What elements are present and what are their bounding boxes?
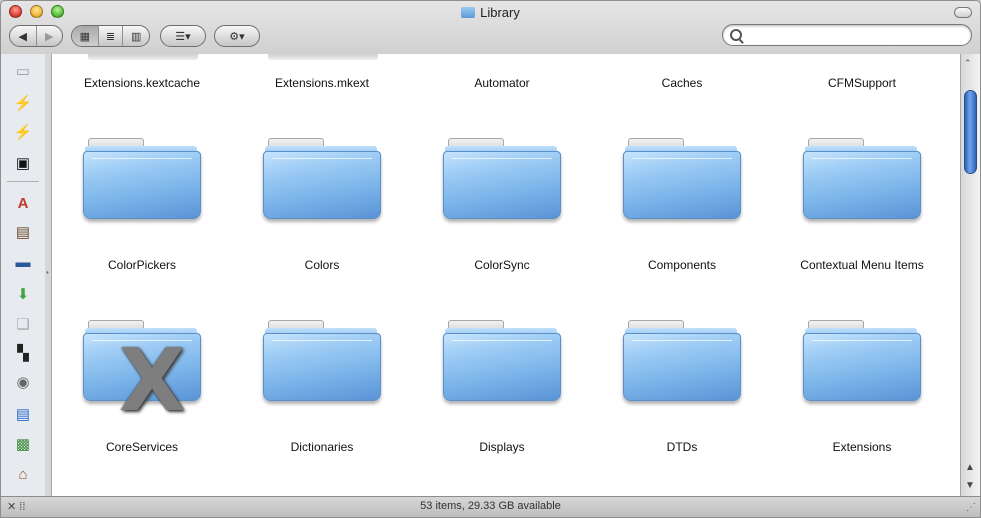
scroll-thumb[interactable] (964, 90, 977, 174)
sidebar-item-hard-disk[interactable]: ▭ (11, 59, 35, 83)
search-icon (730, 29, 742, 41)
home-icon: ⌂ (18, 465, 28, 483)
view-mode-control: ▦ ≣ ▥ (71, 25, 150, 47)
folder-label: Automator (474, 76, 530, 90)
folder-icon (83, 138, 201, 222)
folder-label: ColorSync (474, 258, 530, 272)
usb-drive-icon: ⚡ (13, 95, 33, 112)
sidebar-item-usb-drive-2[interactable]: ⚡ (11, 120, 35, 144)
folder-icon (803, 320, 921, 404)
search-field[interactable] (722, 24, 972, 46)
scroll-up-arrow-icon[interactable]: ▲ (965, 462, 975, 473)
sidebar-splitter[interactable]: • (45, 54, 52, 496)
status-bar: ✕ ⁞⁞ 53 items, 29.33 GB available ⋰ (1, 496, 980, 517)
arrange-button[interactable]: ☰▾ (160, 25, 206, 47)
gear-icon: ⚙▾ (229, 30, 245, 43)
folder-label: Extensions (832, 440, 892, 454)
downloads-icon: ⬇ (16, 286, 30, 303)
sidebar: ▭ ⚡ ⚡ ▣ A ▤ ▬ ⬇ ❏ ▚ ◉ ▤ ▩ ⌂ (1, 54, 46, 496)
folder-label: Displays (479, 440, 525, 454)
column-view-icon: ▥ (130, 30, 142, 43)
windows-icon: ▤ (15, 406, 31, 423)
back-forward-control: ◀ ▶ (9, 25, 63, 47)
title-bar: Library (1, 1, 980, 25)
partial-file-icon (268, 54, 378, 60)
sidebar-item-applications-folder[interactable]: ▤ (11, 402, 35, 426)
vertical-scrollbar[interactable]: ⌃ ▲ ▼ (960, 54, 980, 496)
folder-icon: X (83, 320, 201, 424)
icon-view-icon: ▦ (79, 30, 91, 43)
column-view-button[interactable]: ▥ (123, 26, 149, 46)
arrange-icon: ☰▾ (175, 30, 191, 43)
sidebar-item-home[interactable]: ⌂ (11, 462, 35, 486)
partial-file-icon (88, 54, 198, 60)
sidebar-item-music[interactable]: ◉ (11, 370, 35, 394)
folder-label: CoreServices (105, 440, 179, 454)
document-icon: ❏ (16, 316, 30, 333)
folder-icon (443, 320, 561, 404)
back-arrow-icon: ◀ (18, 30, 27, 43)
icon-view-area: Extensions.kextcache Extensions.mkext Au… (52, 54, 960, 496)
forward-arrow-icon: ▶ (45, 30, 54, 43)
folder-icon (803, 138, 921, 222)
back-button[interactable]: ◀ (10, 26, 37, 46)
folder-label: Colors (304, 258, 340, 272)
action-button[interactable]: ⚙▾ (214, 25, 260, 47)
sidebar-item-pictures[interactable]: ▩ (11, 432, 35, 456)
music-icon: ◉ (16, 374, 30, 391)
folder-label: CFMSupport (827, 76, 897, 90)
folder-icon (263, 320, 381, 404)
sidebar-item-ipod[interactable]: ▣ (11, 151, 35, 175)
sidebar-item-documents[interactable]: ▤ (11, 220, 35, 244)
pictures-icon: ▩ (15, 436, 31, 453)
desktop-icon: ▬ (15, 253, 31, 271)
folder-label: Dictionaries (290, 440, 354, 454)
folder-icon (443, 138, 561, 222)
sidebar-item-downloads[interactable]: ⬇ (11, 282, 35, 306)
documents-icon: ▤ (15, 224, 31, 241)
mac-os-x-badge-icon: X (119, 331, 186, 431)
hard-disk-icon: ▭ (15, 63, 31, 80)
list-view-button[interactable]: ≣ (99, 26, 124, 46)
file-label: Extensions.mkext (274, 76, 370, 90)
sidebar-divider (7, 181, 39, 182)
sidebar-item-usb-drive-1[interactable]: ⚡ (11, 91, 35, 115)
folder-icon (461, 7, 476, 18)
list-view-icon: ≣ (105, 30, 116, 43)
folder-icon (263, 138, 381, 222)
window-title: Library (1, 5, 980, 20)
resize-grip-icon[interactable]: ⋰ (966, 502, 976, 513)
finder-window: Library ◀ ▶ ▦ ≣ ▥ ☰▾ ⚙▾ ▭ ⚡ ⚡ ▣ A ▤ ▬ ⬇ … (0, 0, 981, 518)
ipod-icon: ▣ (15, 155, 31, 172)
folder-icon (623, 320, 741, 404)
splitter-handle-icon: • (46, 268, 49, 277)
sidebar-item-documents-file[interactable]: ❏ (11, 312, 35, 336)
sidebar-item-movies[interactable]: ▚ (11, 341, 35, 365)
usb-drive-icon: ⚡ (13, 124, 33, 141)
folder-label: DTDs (666, 440, 698, 454)
folder-label: Components (647, 258, 717, 272)
search-input[interactable] (745, 27, 967, 44)
toolbar-toggle-button[interactable] (954, 7, 972, 18)
scroll-down-arrow-icon[interactable]: ▼ (965, 480, 975, 491)
scroll-cap-icon: ⌃ (964, 58, 972, 68)
forward-button[interactable]: ▶ (37, 26, 63, 46)
icon-view-button[interactable]: ▦ (72, 26, 99, 46)
folder-label: Contextual Menu Items (800, 258, 924, 272)
movies-icon: ▚ (17, 345, 29, 362)
toolbar: ◀ ▶ ▦ ≣ ▥ ☰▾ ⚙▾ (1, 23, 980, 53)
file-label: Extensions.kextcache (83, 76, 201, 90)
folder-label: Caches (661, 76, 703, 90)
applications-icon: A (17, 194, 29, 212)
status-text: 53 items, 29.33 GB available (420, 500, 561, 512)
folder-icon (623, 138, 741, 222)
sidebar-item-applications[interactable]: A (11, 191, 35, 215)
window-title-text: Library (480, 5, 520, 20)
sidebar-item-desktop[interactable]: ▬ (11, 250, 35, 274)
folder-label: ColorPickers (107, 258, 176, 272)
